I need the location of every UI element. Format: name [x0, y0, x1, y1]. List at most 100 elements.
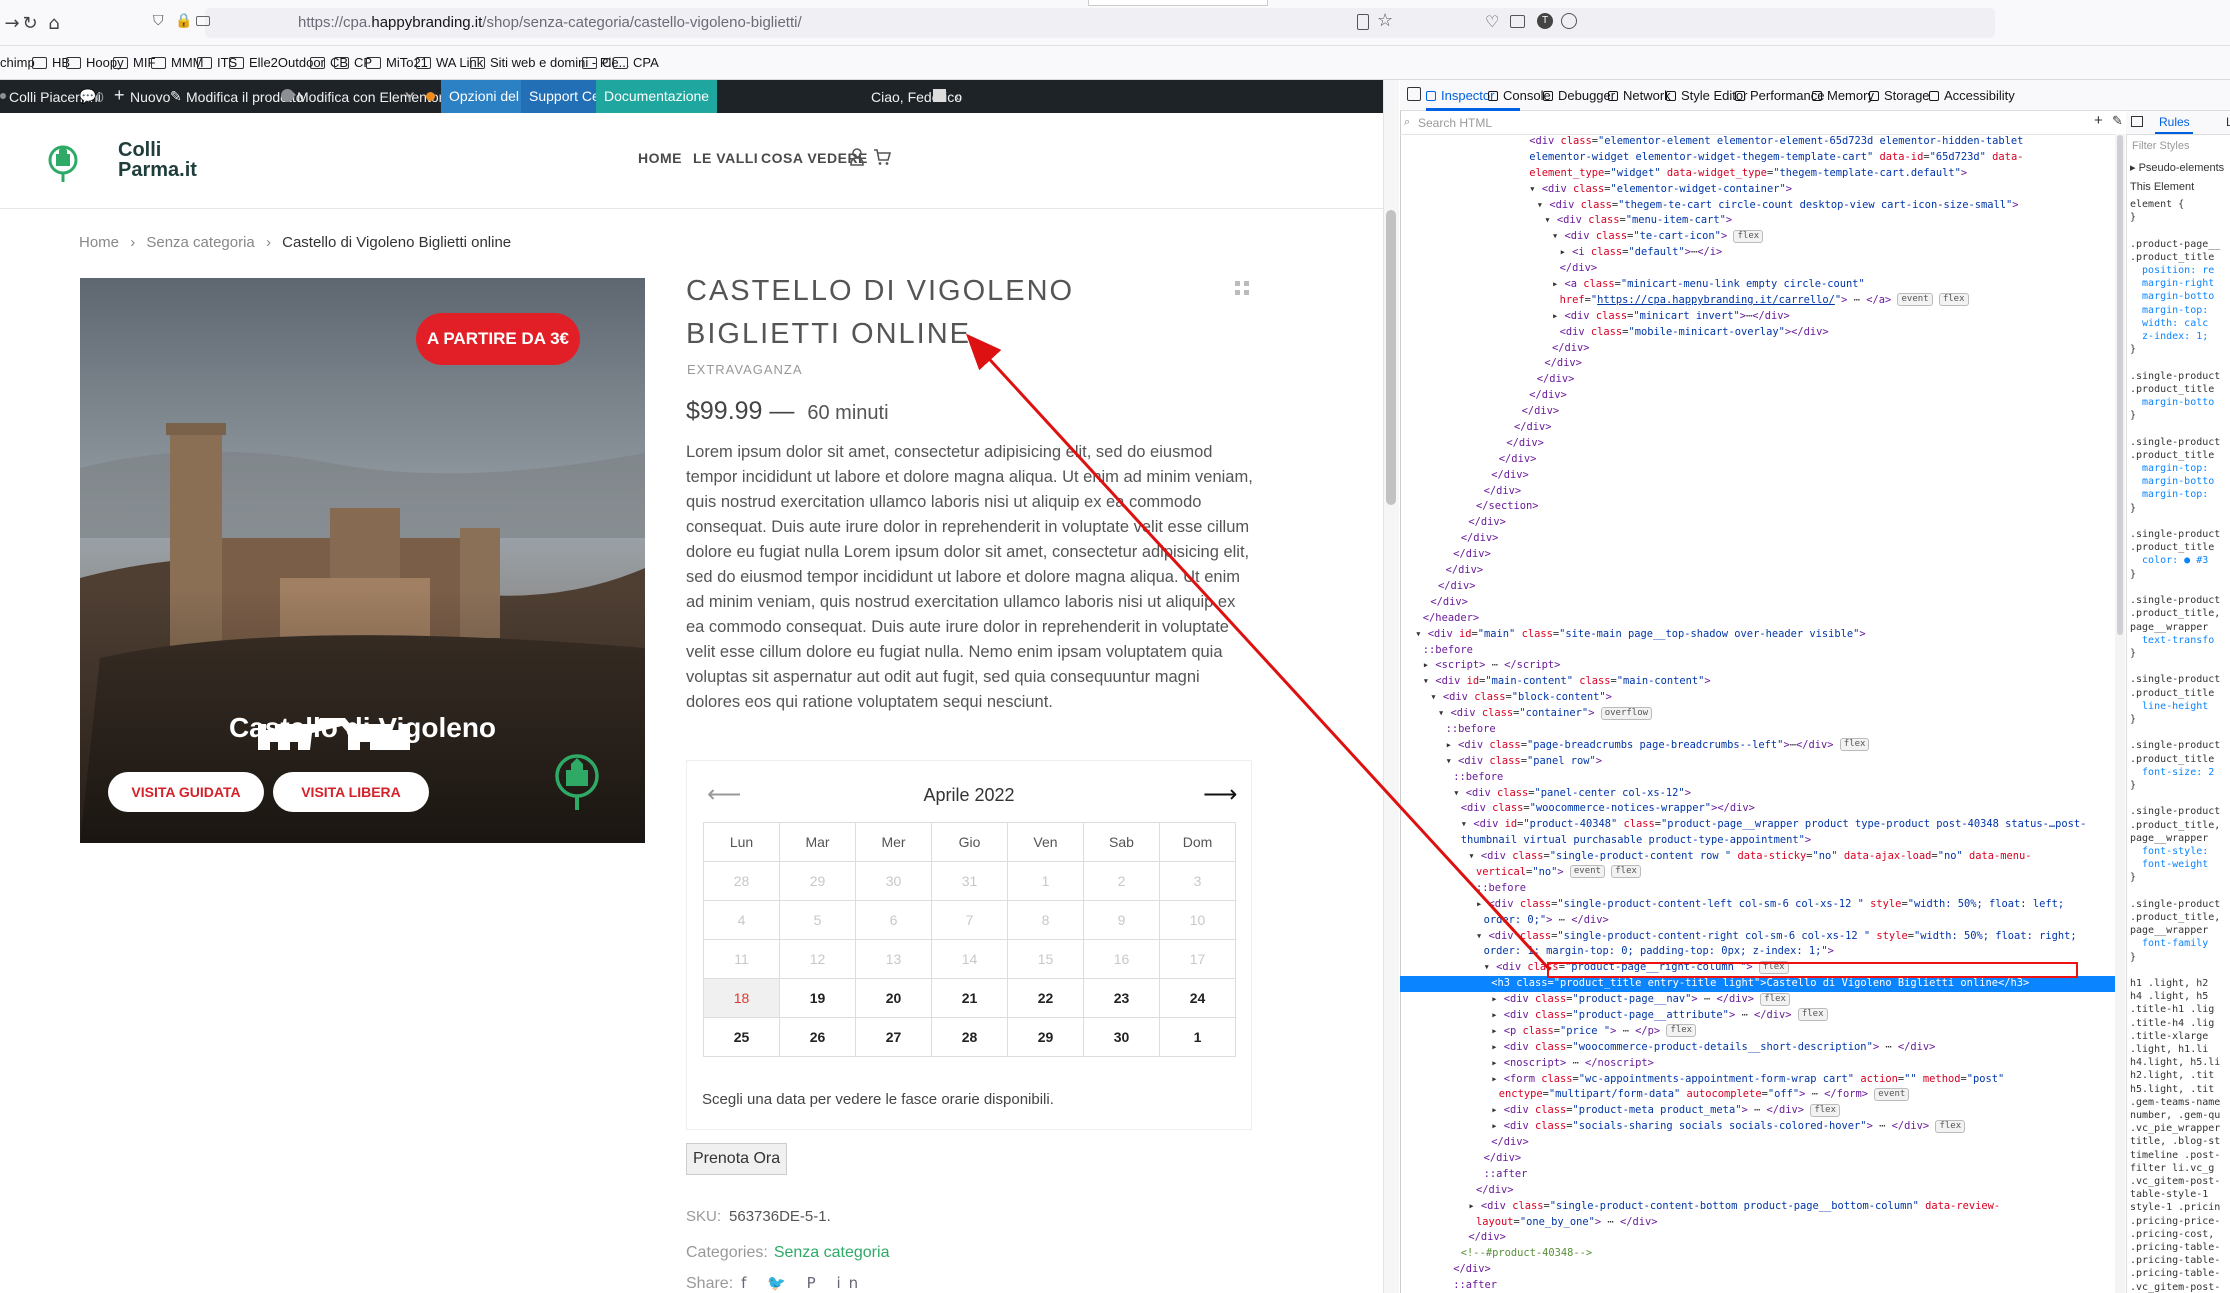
markup-node[interactable]: ▸ <p class="price "> ⋯ </p> flex: [1400, 1024, 2115, 1040]
css-rule-line[interactable]: [2130, 726, 2230, 739]
css-rule-line[interactable]: font-family: [2130, 937, 2230, 950]
markup-node[interactable]: ▸ <noscript> ⋯ </noscript>: [1400, 1056, 2115, 1072]
markup-node[interactable]: ▾ <div id="product-40348" class="product…: [1400, 817, 2115, 833]
css-rule-line[interactable]: .title-h1 .lig: [2130, 1003, 2230, 1016]
css-rule-line[interactable]: page__wrapper: [2130, 924, 2230, 937]
css-rule-line[interactable]: }: [2130, 502, 2230, 515]
markup-node[interactable]: ▸ <a class="minicart-menu-link empty cir…: [1400, 277, 2115, 293]
selected-node[interactable]: <h3 class="product_title entry-title lig…: [1400, 976, 2115, 993]
markup-node[interactable]: ▾ <div class="block-content">: [1400, 690, 2115, 706]
markup-node[interactable]: <div class="mobile-minicart-overlay"></d…: [1400, 325, 2115, 341]
markup-node[interactable]: element_type="widget" data-widget_type="…: [1400, 166, 2115, 182]
css-rule-line[interactable]: .single-product: [2130, 898, 2230, 911]
css-rule-line[interactable]: h4.light, h5.li: [2130, 1056, 2230, 1069]
comments-count[interactable]: 0: [96, 89, 104, 105]
breadcrumb-home[interactable]: Home: [79, 234, 119, 251]
css-rule-line[interactable]: .gem-teams-name: [2130, 1096, 2230, 1109]
calendar-day[interactable]: 24: [1159, 978, 1236, 1018]
css-rule-line[interactable]: .single-product: [2130, 805, 2230, 818]
markup-node[interactable]: ▸ <script> ⋯ </script>: [1400, 658, 2115, 674]
calendar-day[interactable]: 26: [779, 1017, 856, 1057]
rules-tab[interactable]: Rules: [2159, 115, 2190, 129]
css-rule-line[interactable]: .vc_pie_wrapper: [2130, 1122, 2230, 1135]
calendar-day[interactable]: 1: [1159, 1017, 1236, 1057]
home-icon[interactable]: ⌂: [42, 12, 66, 36]
share-icons[interactable]: f 🐦 P in: [741, 1274, 866, 1292]
menu-home[interactable]: HOME: [638, 150, 682, 166]
css-rule-line[interactable]: timeline .post-: [2130, 1149, 2230, 1162]
markup-node[interactable]: ::after: [1400, 1278, 2115, 1293]
css-rule-line[interactable]: .single-product: [2130, 739, 2230, 752]
markup-node[interactable]: ▸ <div class="product-page__nav"> ⋯ </di…: [1400, 992, 2115, 1008]
markup-node[interactable]: </div>: [1400, 468, 2115, 484]
markup-node[interactable]: ::before: [1400, 643, 2115, 659]
css-rule-line[interactable]: margin-botto: [2130, 290, 2230, 303]
plus-icon[interactable]: +: [114, 85, 125, 106]
layout-toggle-icon[interactable]: [2131, 116, 2143, 127]
menu-le-valli[interactable]: LE VALLI: [693, 150, 758, 166]
markup-node[interactable]: ::after: [1400, 1167, 2115, 1183]
markup-node[interactable]: ▸ <div class="socials-sharing socials so…: [1400, 1119, 2115, 1135]
shield-icon[interactable]: ⛉: [153, 13, 164, 29]
css-rule-line[interactable]: .product_title: [2130, 687, 2230, 700]
yoast-icon[interactable]: Y: [405, 89, 414, 105]
css-rule-line[interactable]: [2130, 885, 2230, 898]
devtools-tab-console[interactable]: Console: [1488, 88, 1551, 103]
markup-node[interactable]: ▾ <div class="single-product-content-rig…: [1400, 929, 2115, 945]
permissions-icon[interactable]: [196, 16, 210, 26]
css-rule-line[interactable]: [2130, 660, 2230, 673]
css-rule-line[interactable]: .pricing-table-: [2130, 1254, 2230, 1267]
next-month-arrow[interactable]: ⟶: [1203, 780, 1237, 808]
markup-node[interactable]: </div>: [1400, 1183, 2115, 1199]
css-rule-line[interactable]: .product_title: [2130, 251, 2230, 264]
markup-node[interactable]: </header>: [1400, 611, 2115, 627]
css-rule-line[interactable]: color: ● #3: [2130, 554, 2230, 567]
css-rule-line[interactable]: title, .blog-st: [2130, 1135, 2230, 1148]
markup-node[interactable]: elementor-widget elementor-widget-thegem…: [1400, 150, 2115, 166]
css-rule-line[interactable]: }: [2130, 871, 2230, 884]
markup-node[interactable]: </section>: [1400, 499, 2115, 515]
css-rule-line[interactable]: }: [2130, 568, 2230, 581]
reload-icon[interactable]: ↻: [18, 12, 42, 36]
lock-icon[interactable]: 🔒: [175, 13, 192, 29]
css-rule-line[interactable]: .single-product: [2130, 370, 2230, 383]
html-search-placeholder[interactable]: Search HTML: [1418, 116, 1492, 130]
css-rule-line[interactable]: margin-botto: [2130, 475, 2230, 488]
reader-view-icon[interactable]: [1357, 14, 1369, 30]
css-rule-line[interactable]: [2130, 792, 2230, 805]
css-rule-line[interactable]: .vc_gitem-post-: [2130, 1281, 2230, 1293]
css-rule-line[interactable]: }: [2130, 713, 2230, 726]
css-rule-line[interactable]: .product-page__: [2130, 238, 2230, 251]
user-greeting[interactable]: Ciao, Federico: [871, 89, 962, 105]
css-rule-line[interactable]: position: re: [2130, 264, 2230, 277]
html-search[interactable]: [1400, 111, 2115, 135]
devtools-tab-performance[interactable]: Performance: [1735, 88, 1824, 103]
markup-node[interactable]: <div class="woocommerce-notices-wrapper"…: [1400, 801, 2115, 817]
markup-node[interactable]: ▾ <div class="single-product-content row…: [1400, 849, 2115, 865]
devtools-tab-accessibility[interactable]: Accessibility: [1929, 88, 2015, 103]
css-rule-line[interactable]: font-size: 2: [2130, 766, 2230, 779]
css-rule-line[interactable]: [2130, 581, 2230, 594]
css-rule-line[interactable]: .light, h1.li: [2130, 1043, 2230, 1056]
devtools-tab-debugger[interactable]: Debugger: [1543, 88, 1615, 103]
css-rule-line[interactable]: width: calc: [2130, 317, 2230, 330]
category-link[interactable]: Senza categoria: [774, 1244, 890, 1261]
devtools-tab-inspector[interactable]: Inspector: [1426, 88, 1494, 103]
markup-node[interactable]: ▾ <div class="container"> overflow: [1400, 706, 2115, 722]
css-rule-line[interactable]: .title-xlarge: [2130, 1030, 2230, 1043]
markup-node[interactable]: </div>: [1400, 1151, 2115, 1167]
css-rule-line[interactable]: .pricing-cost,: [2130, 1228, 2230, 1241]
devtools-tab-storage[interactable]: Storage: [1869, 88, 1930, 103]
markup-node[interactable]: thumbnail virtual purchasable product-ty…: [1400, 833, 2115, 849]
pseudo-elements-toggle[interactable]: ▸ Pseudo-elements: [2130, 161, 2224, 174]
markup-node[interactable]: order: 1; margin-top: 0; padding-top: 0p…: [1400, 944, 2115, 960]
markup-node[interactable]: ▾ <div class="thegem-te-cart circle-coun…: [1400, 198, 2115, 214]
markup-node[interactable]: ::before: [1400, 770, 2115, 786]
css-rule-line[interactable]: [2130, 422, 2230, 435]
markup-node[interactable]: </div>: [1400, 404, 2115, 420]
css-rule-line[interactable]: }: [2130, 343, 2230, 356]
tabs-icon[interactable]: [1510, 15, 1525, 28]
markup-node[interactable]: ▸ <form class="wc-appointments-appointme…: [1400, 1072, 2115, 1088]
css-rule-line[interactable]: .product_title: [2130, 753, 2230, 766]
css-rule-line[interactable]: number, .gem-qu: [2130, 1109, 2230, 1122]
